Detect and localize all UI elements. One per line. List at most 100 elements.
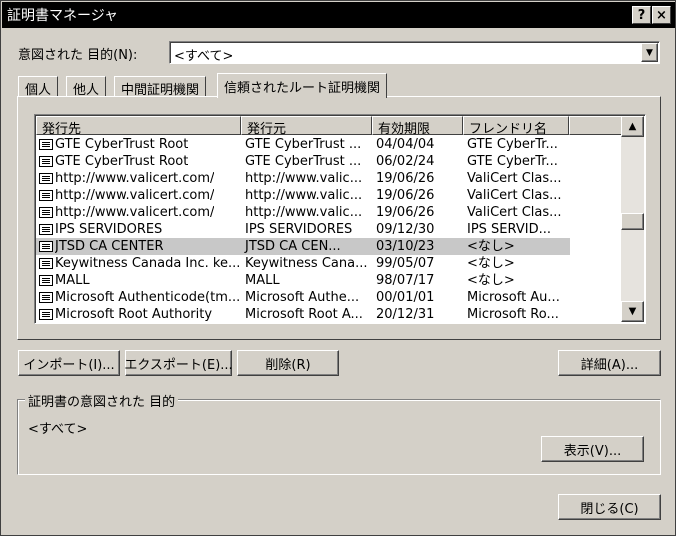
cell-issued-by: Microsoft Root A...: [245, 307, 363, 322]
cell-expiration: 06/02/24: [376, 154, 435, 169]
certificate-icon: [39, 309, 53, 320]
table-row[interactable]: http://www.valicert.com/http://www.valic…: [36, 204, 570, 221]
table-row[interactable]: GTE CyberTrust Root GTE CyberTrust ... 04/…: [36, 136, 570, 153]
cell-issued-by: GTE CyberTrust ...: [245, 137, 362, 152]
tab-personal[interactable]: 個人: [18, 76, 59, 98]
cell-expiration: 98/07/17: [376, 273, 435, 288]
tab-others[interactable]: 他人: [66, 76, 107, 98]
cell-issued-by: GTE CyberTrust ...: [245, 154, 362, 169]
column-header-issued-by[interactable]: 発行元: [241, 116, 372, 135]
scroll-thumb[interactable]: [621, 213, 644, 230]
table-row[interactable]: Microsoft Authenticode(tm... Microsoft Au…: [36, 289, 570, 306]
certificate-icon: [39, 241, 53, 252]
table-row[interactable]: Microsoft Root Authority Microsoft Root A…: [36, 306, 570, 323]
cell-issued-to: Microsoft Root Authority: [36, 306, 241, 323]
certificate-icon: [39, 173, 53, 184]
cell-friendly-name: GTE CyberTr...: [467, 154, 558, 169]
cell-expiration: 19/06/26: [376, 205, 435, 220]
cell-friendly-name: IPS SERVID...: [467, 222, 551, 237]
cell-expiration: 19/06/26: [376, 171, 435, 186]
table-row[interactable]: JTSD CA CENTER JTSD CA CEN... 03/10/23 <なし>: [36, 238, 570, 255]
cell-issued-by: http://www.valic...: [245, 188, 363, 203]
cell-expiration: 03/10/23: [376, 239, 435, 254]
cell-friendly-name: <なし>: [467, 239, 515, 254]
cell-issued-by: Keywitness Cana...: [245, 256, 368, 271]
cell-issued-by: http://www.valic...: [245, 171, 363, 186]
intended-purposes-title: 証明書の意図された 目的: [25, 391, 179, 410]
certificate-icon: [39, 190, 53, 201]
cell-expiration: 09/12/30: [376, 222, 435, 237]
vertical-scrollbar[interactable]: ▲ ▼: [621, 116, 644, 322]
column-header-expiration[interactable]: 有効期限: [372, 116, 463, 135]
cell-issued-to: http://www.valicert.com/: [36, 187, 241, 204]
issued-to-text: MALL: [55, 273, 90, 288]
purpose-label: 意図された 目的(N):: [18, 48, 138, 63]
remove-button[interactable]: 削除(R): [237, 350, 339, 376]
tab-trusted-root-ca[interactable]: 信頼されたルート証明機関: [217, 73, 388, 98]
close-button[interactable]: 閉じる(C): [558, 494, 661, 520]
intended-purposes-value: <すべて>: [28, 422, 88, 437]
cell-friendly-name: ValiCert Clas...: [467, 205, 562, 220]
cell-issued-to: http://www.valicert.com/: [36, 204, 241, 221]
help-button[interactable]: ?: [632, 6, 651, 24]
cell-issued-to: JTSD CA CENTER: [36, 238, 241, 255]
certificate-icon: [39, 258, 53, 269]
cell-friendly-name: GTE CyberTr...: [467, 137, 558, 152]
cell-issued-to: http://www.valicert.com/: [36, 170, 241, 187]
cell-expiration: 04/04/04: [376, 137, 435, 152]
cell-issued-to: Keywitness Canada Inc. ke...: [36, 255, 241, 272]
table-row[interactable]: http://www.valicert.com/http://www.valic…: [36, 187, 570, 204]
certificate-manager-window: 証明書マネージャ ? × 意図された 目的(N): <すべて> ▼ 個人 他人 …: [0, 0, 676, 536]
table-row[interactable]: http://www.valicert.com/http://www.valic…: [36, 170, 570, 187]
import-button[interactable]: インポート(I)...: [18, 350, 120, 376]
cell-issued-by: IPS SERVIDORES: [245, 222, 353, 237]
advanced-button[interactable]: 詳細(A)...: [558, 350, 661, 376]
chevron-down-icon[interactable]: ▼: [641, 43, 658, 62]
export-button[interactable]: エクスポート(E)...: [124, 350, 233, 376]
issued-to-text: http://www.valicert.com/: [55, 171, 215, 186]
certificate-icon: [39, 292, 53, 303]
cell-expiration: 00/01/01: [376, 290, 435, 305]
cell-issued-by: Microsoft Authe...: [245, 290, 360, 305]
cell-issued-by: JTSD CA CEN...: [245, 239, 341, 254]
table-row[interactable]: MALL MALL 98/07/17 <なし>: [36, 272, 570, 289]
certificate-icon: [39, 139, 53, 150]
issued-to-text: http://www.valicert.com/: [55, 205, 215, 220]
title-bar: 証明書マネージャ ? ×: [2, 2, 675, 28]
table-row[interactable]: Keywitness Canada Inc. ke... Keywitness C…: [36, 255, 570, 272]
tab-intermediate-ca[interactable]: 中間証明機関: [114, 76, 207, 98]
issued-to-text: GTE CyberTrust Root: [55, 154, 189, 169]
column-header-issued-to[interactable]: 発行先: [36, 116, 241, 135]
table-row[interactable]: IPS SERVIDORES IPS SERVIDORES 09/12/30 IPS …: [36, 221, 570, 238]
cell-friendly-name: Microsoft Ro...: [467, 307, 559, 322]
cell-issued-to: IPS SERVIDORES: [36, 221, 241, 238]
purpose-dropdown[interactable]: <すべて> ▼: [169, 41, 660, 64]
issued-to-text: JTSD CA CENTER: [55, 239, 164, 254]
list-header: 発行先 発行元 有効期限 フレンドリ名: [36, 116, 622, 135]
cell-issued-to: GTE CyberTrust Root: [36, 153, 241, 170]
list-rows: GTE CyberTrust Root GTE CyberTrust ... 04/…: [36, 136, 620, 323]
certificate-icon: [39, 224, 53, 235]
scroll-down-icon[interactable]: ▼: [621, 301, 644, 322]
close-window-button[interactable]: ×: [652, 6, 671, 24]
column-header-friendly-name[interactable]: フレンドリ名: [463, 116, 569, 135]
issued-to-text: http://www.valicert.com/: [55, 188, 215, 203]
table-row[interactable]: GTE CyberTrust Root GTE CyberTrust ... 06/…: [36, 153, 570, 170]
cell-expiration: 19/06/26: [376, 188, 435, 203]
certificate-icon: [39, 156, 53, 167]
view-button[interactable]: 表示(V)...: [541, 436, 644, 462]
cell-expiration: 20/12/31: [376, 307, 435, 322]
issued-to-text: Microsoft Authenticode(tm...: [55, 290, 241, 305]
scroll-up-icon[interactable]: ▲: [621, 116, 644, 137]
issued-to-text: Microsoft Root Authority: [55, 307, 213, 322]
purpose-dropdown-value: <すべて>: [174, 49, 234, 64]
cell-issued-to: GTE CyberTrust Root: [36, 136, 241, 153]
cell-issued-to: MALL: [36, 272, 241, 289]
window-title: 証明書マネージャ: [7, 8, 119, 24]
cell-issued-by: http://www.valic...: [245, 205, 363, 220]
issued-to-text: IPS SERVIDORES: [55, 222, 163, 237]
certificate-list[interactable]: 発行先 発行元 有効期限 フレンドリ名 GTE CyberTrust Root G…: [34, 114, 646, 324]
certificate-icon: [39, 275, 53, 286]
cell-friendly-name: <なし>: [467, 273, 515, 288]
certificate-icon: [39, 207, 53, 218]
